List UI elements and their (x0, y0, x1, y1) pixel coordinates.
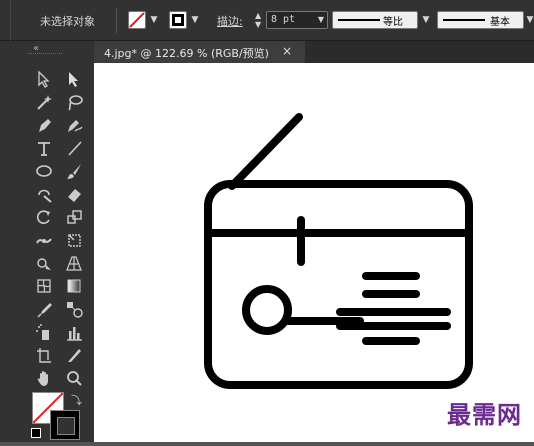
stroke-swatch[interactable] (169, 11, 187, 29)
shaper-tool[interactable] (33, 183, 55, 205)
rotate-tool[interactable] (33, 206, 55, 228)
mesh-tool[interactable] (33, 275, 55, 297)
width-tool[interactable] (33, 229, 55, 251)
selection-status-label: 未选择对象 (40, 15, 95, 28)
profile-line-preview (338, 19, 380, 21)
stroke-weight-field[interactable]: 8 pt ▼ (266, 11, 328, 29)
chevron-down-icon[interactable]: ▼ (421, 15, 431, 25)
blend-tool[interactable] (63, 298, 85, 320)
rotate-icon (36, 210, 50, 224)
stroke-color-swatch[interactable] (50, 410, 80, 440)
direct-selection-icon (69, 72, 78, 87)
paintbrush-tool[interactable] (63, 160, 85, 182)
chevron-down-icon[interactable]: ▼ (525, 15, 534, 25)
type-tool[interactable] (33, 137, 55, 159)
fill-swatch[interactable] (128, 11, 146, 29)
variable-width-profile-dropdown[interactable]: 等比 (332, 11, 418, 29)
type-icon (38, 142, 50, 156)
radio-icon-artwork[interactable] (94, 63, 534, 442)
curvature-tool[interactable] (63, 114, 85, 136)
eyedropper-icon (37, 303, 52, 318)
stroke-color-fill (172, 14, 184, 26)
paintbrush-icon (67, 164, 81, 179)
free-transform-tool[interactable] (63, 229, 85, 251)
radio-speaker-circle (242, 285, 292, 335)
radio-body (204, 180, 473, 389)
shape-builder-icon (37, 258, 51, 270)
width-icon (36, 238, 52, 244)
ellipse-icon (36, 165, 52, 177)
shaper-icon (38, 189, 52, 203)
perspective-grid-icon (66, 256, 82, 271)
chevron-down-icon[interactable]: ▼ (149, 15, 159, 25)
lasso-icon (68, 95, 83, 111)
swap-fill-stroke-icon[interactable]: ⤵ (71, 392, 82, 408)
document-tab-title: 4.jpg* @ 122.69 % (RGB/预览) (104, 47, 269, 60)
perspective-grid-tool[interactable] (63, 252, 85, 274)
pen-tool[interactable] (33, 114, 55, 136)
lasso-tool[interactable] (63, 91, 85, 113)
magic-wand-tool[interactable] (33, 91, 55, 113)
symbol-sprayer-tool[interactable] (33, 321, 55, 343)
column-graph-tool[interactable] (63, 321, 85, 343)
line-tool[interactable] (63, 137, 85, 159)
blend-icon (67, 302, 83, 318)
chevron-down-icon: ▼ (317, 15, 324, 24)
line-icon (68, 141, 82, 156)
default-colors-icon[interactable] (31, 428, 41, 438)
eraser-tool[interactable] (63, 183, 85, 205)
panel-grip[interactable] (28, 53, 62, 56)
chevron-down-icon[interactable]: ▼ (190, 15, 200, 25)
close-icon[interactable]: × (282, 44, 292, 58)
eyedropper-tool[interactable] (33, 298, 55, 320)
artboard-tool[interactable] (33, 344, 55, 366)
mesh-icon (37, 279, 51, 293)
scale-icon (67, 210, 82, 224)
shape-builder-tool[interactable] (33, 252, 55, 274)
zoom-icon (67, 371, 82, 386)
tab-strip (305, 41, 534, 63)
document-tab[interactable]: 4.jpg* @ 122.69 % (RGB/预览) × (94, 41, 305, 63)
magic-wand-icon (37, 95, 52, 110)
gradient-icon (67, 279, 81, 293)
artboard-icon (37, 348, 51, 363)
zoom-tool[interactable] (63, 367, 85, 389)
slice-tool[interactable] (63, 344, 85, 366)
control-panel: 未选择对象 ▼ ▼ 描边: ▲ ▼ 8 pt ▼ 等比 ▼ 基本 ▼ (0, 0, 534, 41)
brush-line-preview (443, 19, 485, 21)
hand-icon (37, 371, 48, 386)
selection-tool[interactable] (33, 68, 55, 90)
divider (116, 8, 117, 33)
pen-icon (39, 119, 51, 132)
free-transform-icon (68, 234, 81, 247)
stroke-weight-stepper[interactable]: ▲ ▼ (255, 11, 265, 29)
selection-icon (38, 70, 50, 88)
ellipse-tool[interactable] (33, 160, 55, 182)
watermark-logo: 最需网 (447, 400, 522, 429)
none-color-icon (129, 12, 145, 28)
scale-tool[interactable] (63, 206, 85, 228)
panel-grip[interactable] (0, 0, 11, 41)
direct-selection-tool[interactable] (63, 68, 85, 90)
stroke-label[interactable]: 描边: (217, 13, 243, 29)
slice-icon (68, 349, 81, 362)
curvature-icon (68, 120, 83, 132)
gradient-tool[interactable] (63, 275, 85, 297)
symbol-sprayer-icon (36, 324, 49, 340)
hand-tool[interactable] (33, 367, 55, 389)
eraser-icon (68, 189, 81, 202)
artboard-canvas[interactable] (94, 63, 534, 442)
brush-definition-dropdown[interactable]: 基本 (437, 11, 524, 29)
radio-antenna (228, 113, 303, 190)
column-graph-icon (67, 327, 82, 341)
